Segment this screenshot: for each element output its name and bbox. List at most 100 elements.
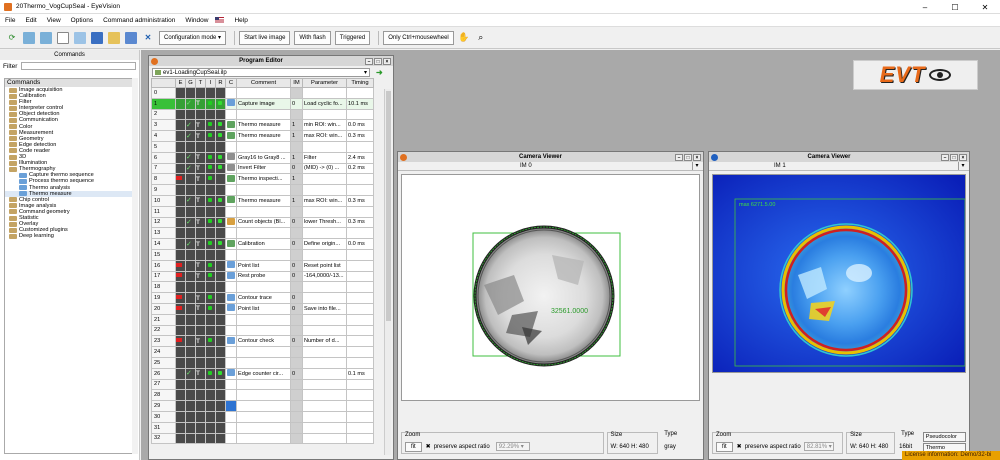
row-number[interactable]: 30 bbox=[151, 410, 176, 423]
program-row[interactable]: 12 ✓ T Count objects (Bl... 0 lower Thresh...… bbox=[151, 216, 374, 229]
col-i-cell[interactable] bbox=[205, 324, 216, 337]
col-e-cell[interactable] bbox=[175, 119, 186, 132]
row-number[interactable]: 3 bbox=[151, 119, 176, 132]
col-g-cell[interactable] bbox=[185, 108, 196, 121]
command-comment[interactable]: Contour check bbox=[236, 335, 291, 348]
col-c-cell[interactable] bbox=[225, 367, 237, 380]
col-i-cell[interactable] bbox=[205, 130, 216, 142]
row-number[interactable]: 31 bbox=[151, 421, 176, 434]
col-i-cell[interactable] bbox=[205, 184, 216, 196]
zoom-select[interactable]: 82.81% ▾ bbox=[803, 442, 834, 451]
col-e-cell[interactable] bbox=[175, 140, 186, 153]
image-index[interactable]: 0 bbox=[290, 270, 303, 283]
col-c-cell[interactable] bbox=[225, 216, 237, 229]
image-index[interactable] bbox=[290, 410, 303, 423]
parameter-cell[interactable] bbox=[302, 410, 347, 423]
col-i-cell[interactable] bbox=[205, 313, 216, 326]
parameter-cell[interactable] bbox=[302, 205, 347, 218]
col-t-cell[interactable] bbox=[195, 140, 206, 153]
col-g-cell[interactable]: ✓ bbox=[185, 194, 196, 207]
row-number[interactable]: 16 bbox=[151, 259, 176, 272]
parameter-cell[interactable]: Number of d... bbox=[302, 335, 347, 348]
command-comment[interactable] bbox=[236, 324, 291, 337]
program-row[interactable]: 5 bbox=[151, 140, 374, 153]
command-comment[interactable] bbox=[236, 421, 291, 434]
fit-button[interactable]: fit bbox=[405, 441, 422, 452]
program-row[interactable]: 28 bbox=[151, 389, 374, 402]
timing-cell[interactable] bbox=[346, 173, 374, 186]
start-live-image-button[interactable]: Start live image bbox=[239, 30, 291, 45]
col-e-cell[interactable] bbox=[175, 389, 186, 402]
image-index[interactable]: 0 bbox=[290, 216, 303, 229]
col-i-cell[interactable] bbox=[205, 162, 216, 175]
col-r-cell[interactable] bbox=[215, 97, 226, 110]
col-c-cell[interactable] bbox=[225, 184, 237, 196]
image-index[interactable] bbox=[290, 184, 303, 196]
col-t-cell[interactable] bbox=[195, 410, 206, 423]
col-c-cell[interactable] bbox=[225, 194, 237, 207]
triggered-button[interactable]: Triggered bbox=[334, 30, 371, 45]
image-index[interactable]: 0 bbox=[290, 162, 303, 175]
col-i-cell[interactable] bbox=[205, 367, 216, 380]
maximize-button[interactable]: ☐ bbox=[940, 0, 970, 14]
col-e-cell[interactable] bbox=[175, 356, 186, 369]
program-row[interactable]: 1 ✓ T Capture image 0 Load cyclic fo... 10.1 m… bbox=[151, 97, 374, 110]
menu-file[interactable]: File bbox=[0, 17, 20, 24]
col-c-cell[interactable] bbox=[225, 400, 237, 412]
col-r-cell[interactable] bbox=[215, 432, 226, 445]
image-index[interactable] bbox=[290, 281, 303, 294]
parameter-cell[interactable] bbox=[302, 227, 347, 240]
col-t-cell[interactable]: T bbox=[195, 302, 206, 315]
parameter-cell[interactable] bbox=[302, 432, 347, 445]
timing-cell[interactable] bbox=[346, 324, 374, 337]
timing-cell[interactable]: 0.1 ms bbox=[346, 367, 374, 380]
row-number[interactable]: 0 bbox=[151, 87, 176, 99]
menu-command-administration[interactable]: Command administration bbox=[98, 17, 180, 24]
timing-cell[interactable]: 0.0 ms bbox=[346, 238, 374, 250]
configuration-mode-select[interactable]: Configuration mode ▾ bbox=[159, 30, 227, 45]
with-flash-button[interactable]: With flash bbox=[294, 30, 331, 45]
maximize-button[interactable]: □ bbox=[684, 153, 692, 161]
image-tab-label[interactable]: IM 0 bbox=[520, 163, 532, 169]
col-r-cell[interactable] bbox=[215, 270, 226, 283]
col-t-cell[interactable]: T bbox=[195, 173, 206, 186]
parameter-cell[interactable]: max ROI: win... bbox=[302, 130, 347, 142]
col-t-cell[interactable] bbox=[195, 400, 206, 412]
col-r-cell[interactable] bbox=[215, 346, 226, 358]
col-t-cell[interactable] bbox=[195, 389, 206, 402]
preserve-aspect-checkbox[interactable]: ✖ bbox=[737, 443, 742, 450]
program-row[interactable]: 4 ✓ T Thermo measure 1 max ROI: win... 0.3 ms bbox=[151, 130, 374, 142]
parameter-cell[interactable]: max ROI: win... bbox=[302, 194, 347, 207]
image-index[interactable] bbox=[290, 389, 303, 402]
col-g-cell[interactable] bbox=[185, 346, 196, 358]
col-t-cell[interactable] bbox=[195, 421, 206, 434]
col-g-cell[interactable]: ✓ bbox=[185, 119, 196, 132]
col-r-cell[interactable] bbox=[215, 378, 226, 391]
parameter-cell[interactable] bbox=[302, 313, 347, 326]
parameter-cell[interactable] bbox=[302, 378, 347, 391]
col-r-cell[interactable] bbox=[215, 324, 226, 337]
col-c-cell[interactable] bbox=[225, 324, 237, 337]
program-row[interactable]: 13 bbox=[151, 227, 374, 240]
row-number[interactable]: 26 bbox=[151, 367, 176, 380]
col-g-cell[interactable] bbox=[185, 184, 196, 196]
row-number[interactable]: 9 bbox=[151, 184, 176, 196]
program-row[interactable]: 29 bbox=[151, 400, 374, 412]
parameter-cell[interactable] bbox=[302, 421, 347, 434]
col-g-cell[interactable] bbox=[185, 335, 196, 348]
col-t-cell[interactable]: T bbox=[195, 335, 206, 348]
program-row[interactable]: 32 bbox=[151, 432, 374, 445]
timing-cell[interactable] bbox=[346, 259, 374, 272]
col-e-cell[interactable] bbox=[175, 97, 186, 110]
command-comment[interactable] bbox=[236, 140, 291, 153]
camera-viewer-1-titlebar[interactable]: Camera Viewer – □ × bbox=[709, 152, 969, 162]
command-comment[interactable] bbox=[236, 205, 291, 218]
timing-cell[interactable] bbox=[346, 87, 374, 99]
timing-cell[interactable] bbox=[346, 335, 374, 348]
program-row[interactable]: 2 bbox=[151, 108, 374, 121]
col-e-cell[interactable] bbox=[175, 259, 186, 272]
col-g-cell[interactable] bbox=[185, 87, 196, 99]
col-i-cell[interactable] bbox=[205, 302, 216, 315]
image-index[interactable] bbox=[290, 140, 303, 153]
col-i-cell[interactable] bbox=[205, 108, 216, 121]
